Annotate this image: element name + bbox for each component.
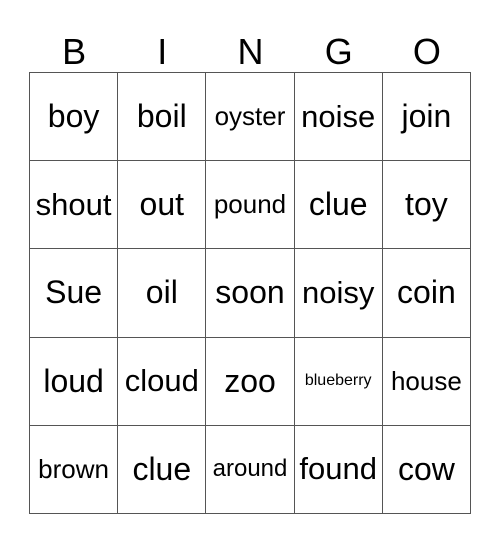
header-letter-b: B [62, 31, 87, 72]
bingo-cell: house [382, 337, 471, 426]
bingo-cell: around [206, 425, 295, 514]
bingo-cell: coin [382, 249, 471, 338]
bingo-cell: shout [30, 161, 119, 250]
bingo-cell: cow [382, 425, 471, 514]
bingo-cell: found [294, 425, 383, 514]
bingo-header: B I N G O [30, 30, 471, 73]
header-letter-n: N [237, 31, 264, 72]
bingo-cell: oyster [206, 73, 295, 162]
bingo-cell: join [382, 73, 471, 162]
header-letter-i: I [157, 31, 168, 72]
bingo-cell: brown [30, 425, 119, 514]
bingo-cell: noisy [294, 249, 383, 338]
bingo-grid: boy boil oyster noise join shout out pou… [29, 72, 471, 514]
bingo-cell: clue [118, 425, 207, 514]
bingo-cell: zoo [206, 337, 295, 426]
bingo-cell: boy [30, 73, 119, 162]
header-letter-o: O [412, 31, 441, 72]
bingo-cell: loud [30, 337, 119, 426]
header-letter-g: G [324, 31, 353, 72]
bingo-cell: noise [294, 73, 383, 162]
bingo-cell: soon [206, 249, 295, 338]
bingo-cell: toy [382, 161, 471, 250]
bingo-cell: blueberry [294, 337, 383, 426]
bingo-cell: clue [294, 161, 383, 250]
bingo-cell: pound [206, 161, 295, 250]
bingo-cell: out [118, 161, 207, 250]
bingo-cell: Sue [30, 249, 119, 338]
bingo-cell: oil [118, 249, 207, 338]
bingo-cell: cloud [118, 337, 207, 426]
bingo-cell: boil [118, 73, 207, 162]
